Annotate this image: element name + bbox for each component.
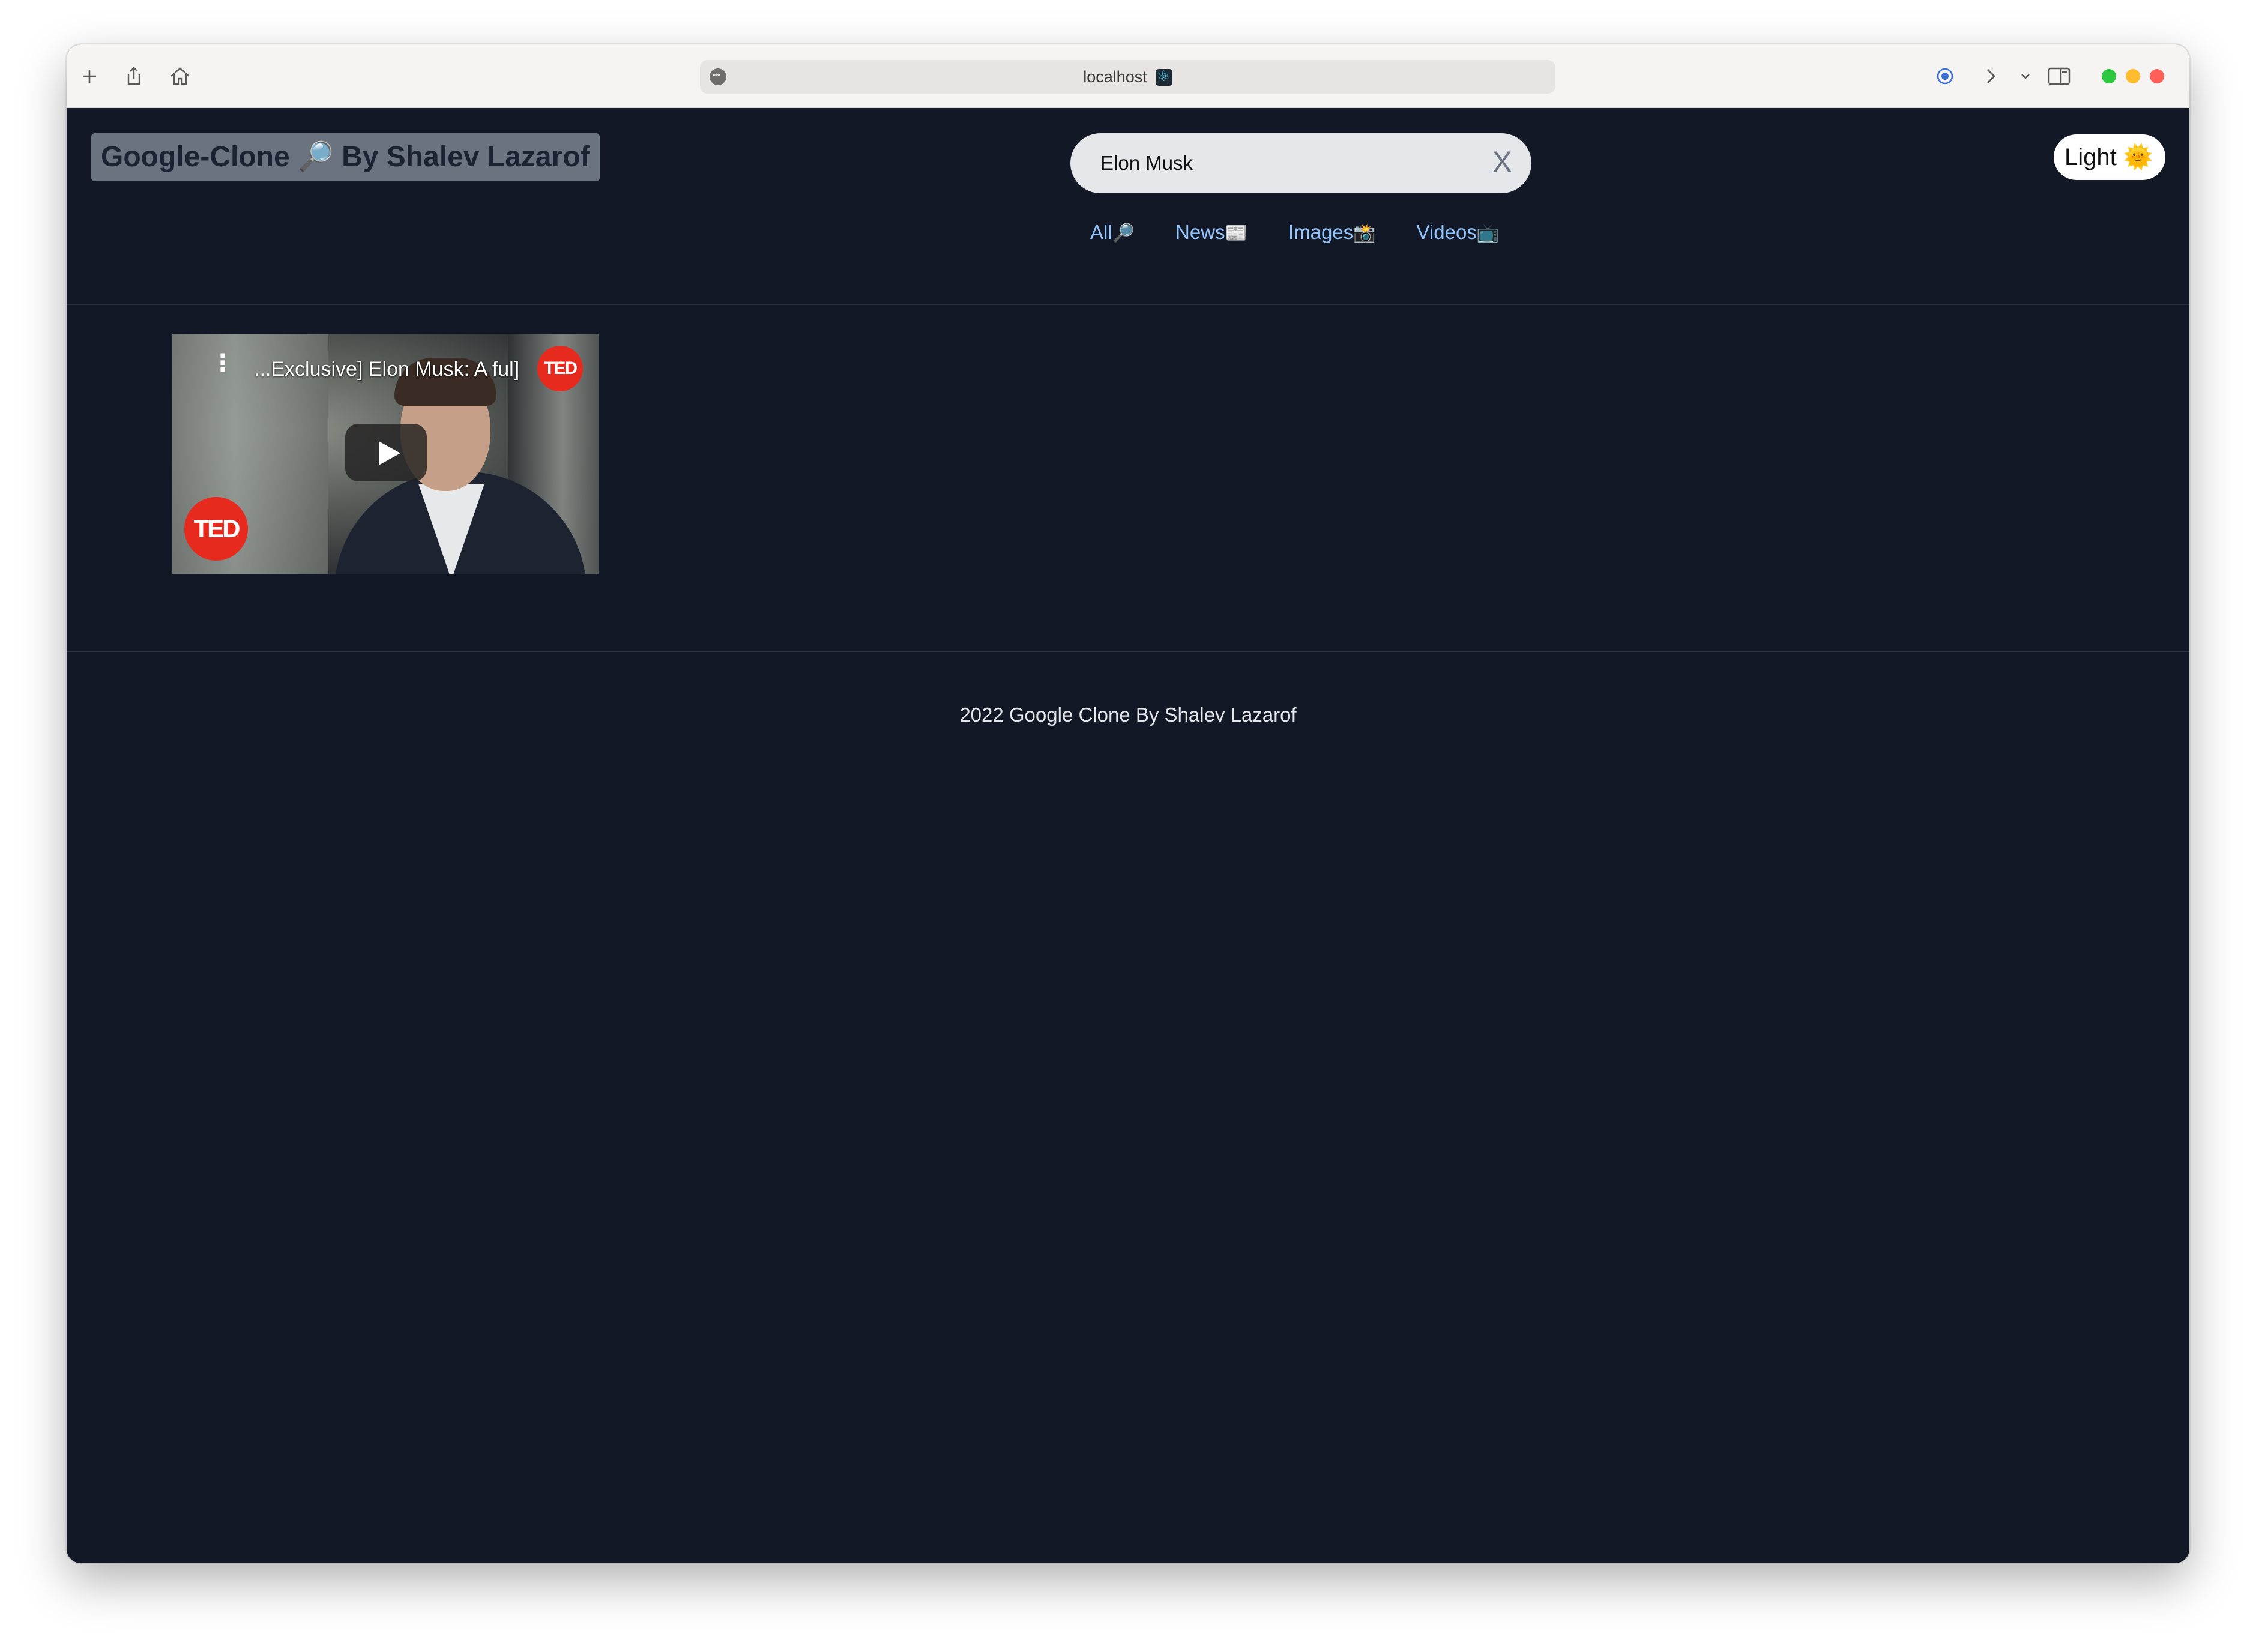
chevron-down-icon[interactable]	[2012, 62, 2039, 90]
tab-all-label: All	[1090, 221, 1112, 243]
browser-toolbar: localhost	[67, 44, 2189, 108]
clear-search-button[interactable]: X	[1492, 144, 1512, 180]
play-icon[interactable]	[345, 424, 427, 481]
channel-badge-small: TED	[537, 346, 583, 391]
more-options-icon[interactable]: ⋮	[211, 351, 235, 375]
television-icon: 📺	[1476, 223, 1500, 243]
footer-divider	[67, 651, 2189, 652]
address-text: localhost	[1083, 68, 1147, 86]
magnifier-icon: 🔎	[1112, 223, 1135, 243]
browser-window: localhost Google-Clone 🔎 By Shalev Lazar…	[67, 44, 2189, 1563]
tab-images[interactable]: Images📸	[1288, 221, 1376, 244]
newspaper-icon: 📰	[1225, 223, 1247, 243]
sidebar-icon[interactable]	[2045, 62, 2073, 90]
tab-videos-label: Videos	[1416, 221, 1477, 243]
tab-images-label: Images	[1288, 221, 1354, 243]
brand-logo-link[interactable]: Google-Clone 🔎 By Shalev Lazarof	[91, 133, 600, 181]
react-favicon-icon	[1155, 68, 1172, 86]
video-title: ...Exclusive] Elon Musk: A ful]	[254, 358, 520, 381]
header-divider	[67, 304, 2189, 305]
tab-videos[interactable]: Videos📺	[1417, 221, 1500, 244]
tab-all[interactable]: All🔎	[1090, 221, 1135, 244]
search-bar[interactable]: X	[1070, 133, 1531, 193]
theme-toggle-button[interactable]: Light 🌞	[2054, 134, 2165, 180]
tab-news-label: News	[1175, 221, 1225, 243]
video-result[interactable]: ⋮ ...Exclusive] Elon Musk: A ful] TED TE…	[172, 334, 599, 574]
close-window-button[interactable]	[2150, 69, 2164, 83]
app-container: Google-Clone 🔎 By Shalev Lazarof X Light…	[67, 108, 2189, 1563]
search-input[interactable]	[1100, 133, 1473, 193]
extension-icon[interactable]	[1931, 62, 1959, 90]
minimize-window-button[interactable]	[2126, 69, 2140, 83]
forward-icon[interactable]	[1977, 62, 2004, 90]
search-type-tabs: All🔎 News📰 Images📸 Videos📺	[1090, 221, 1499, 244]
address-bar[interactable]: localhost	[700, 60, 1555, 94]
new-tab-icon[interactable]	[76, 62, 103, 90]
tab-news[interactable]: News📰	[1175, 221, 1247, 244]
footer-text: 2022 Google Clone By Shalev Lazarof	[959, 704, 1297, 726]
maximize-window-button[interactable]	[2102, 69, 2116, 83]
share-icon[interactable]	[120, 62, 148, 90]
home-icon[interactable]	[166, 62, 194, 90]
channel-logo-large: TED	[184, 497, 248, 561]
camera-icon: 📸	[1353, 223, 1376, 243]
